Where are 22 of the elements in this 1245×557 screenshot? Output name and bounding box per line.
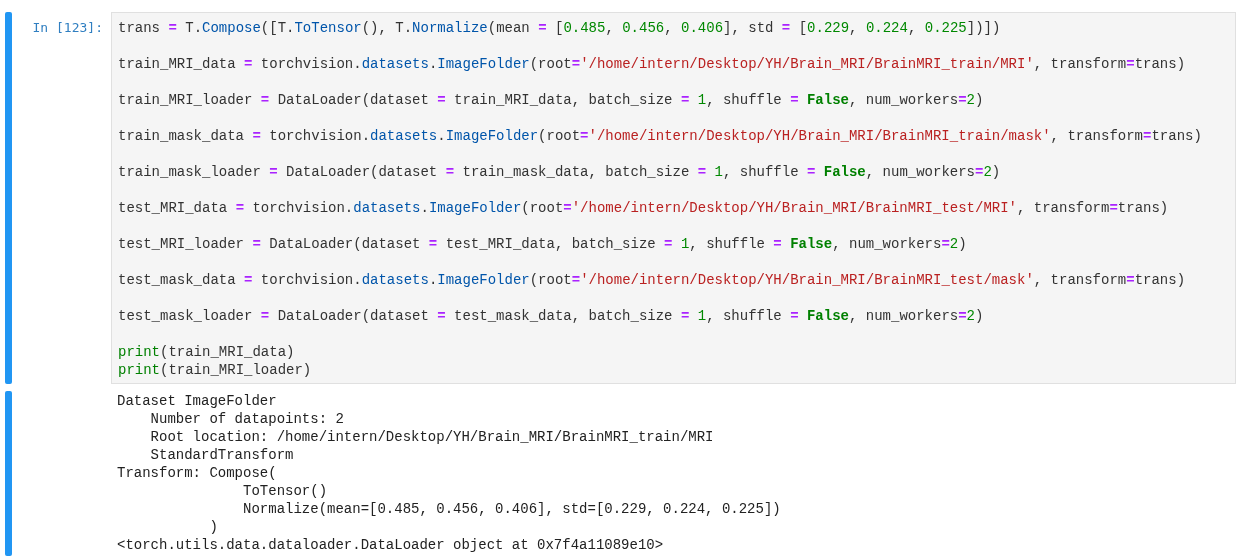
code-editor[interactable] [111,12,1236,384]
output-line: Number of datapoints: 2 [149,410,344,428]
code-line: train_MRI_loader = DataLoader(dataset = train_MRI_data, batch_size = 1, shuffle = False, num_workers=2) [118,91,984,109]
input-prompt: In [123]: [31,19,104,37]
code-line: train_mask_data = torchvision.datasets.ImageFolder(root='/home/intern/Desktop/YH/Brain_MRI/BrainMRI_train/mask', transform=trans) [118,127,1202,145]
output-line: Dataset ImageFolder [117,392,277,410]
code-line: trans = T.Compose([T.ToTensor(), T.Normalize(mean = [0.485, 0.456, 0.406], std = [0.229, 0.224, 0.225])]) [118,19,1001,37]
code-line: test_mask_loader = DataLoader(dataset = test_mask_data, batch_size = 1, shuffle = False, num_workers=2) [118,307,984,325]
output-line: <torch.utils.data.dataloader.DataLoader object at 0x7f4a11089e10> [117,536,664,554]
output-line: Root location: /home/intern/Desktop/YH/Brain_MRI/BrainMRI_train/MRI [149,428,714,446]
output-line: ) [208,518,218,536]
output-line: Transform: Compose( [117,464,277,482]
code-line: train_MRI_data = torchvision.datasets.ImageFolder(root='/home/intern/Desktop/YH/Brain_MRI/BrainMRI_train/MRI', transform=trans) [118,55,1186,73]
code-line: test_mask_data = torchvision.datasets.ImageFolder(root='/home/intern/Desktop/YH/Brain_MRI/BrainMRI_test/mask', transform=trans) [118,271,1186,289]
output-line: Normalize(mean=[0.485, 0.456, 0.406], std=[0.229, 0.224, 0.225]) [242,500,781,518]
output-line: StandardTransform [149,446,294,464]
code-line: test_MRI_data = torchvision.datasets.ImageFolder(root='/home/intern/Desktop/YH/Brain_MRI/BrainMRI_test/MRI', transform=trans) [118,199,1169,217]
code-line: print(train_MRI_data) [118,343,295,361]
code-line: print(train_MRI_loader) [118,361,312,379]
output-line: ToTensor() [242,482,328,500]
code-line: test_MRI_loader = DataLoader(dataset = test_MRI_data, batch_size = 1, shuffle = False, num_workers=2) [118,235,967,253]
code-line: train_mask_loader = DataLoader(dataset = train_mask_data, batch_size = 1, shuffle = False, num_workers=2) [118,163,1001,181]
